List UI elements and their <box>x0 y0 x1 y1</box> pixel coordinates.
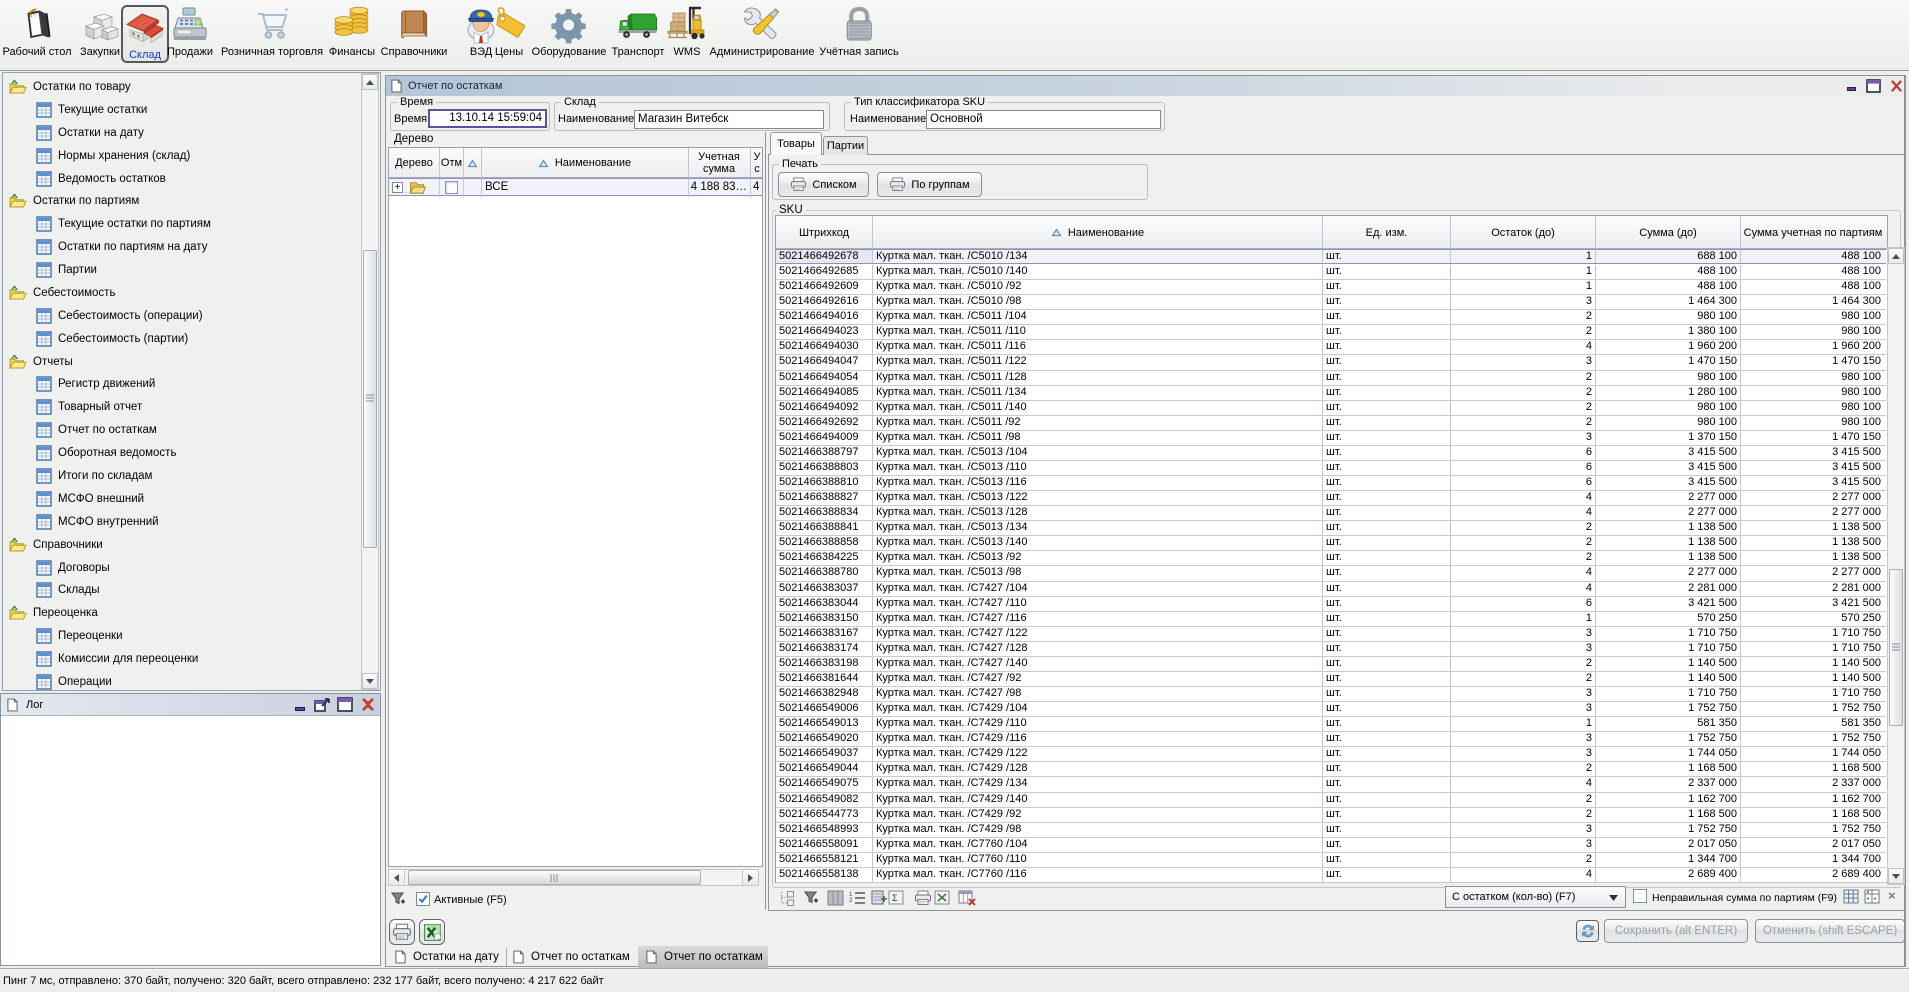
svg-text:Σ: Σ <box>892 893 898 903</box>
svg-text:2: 2 <box>849 898 853 904</box>
